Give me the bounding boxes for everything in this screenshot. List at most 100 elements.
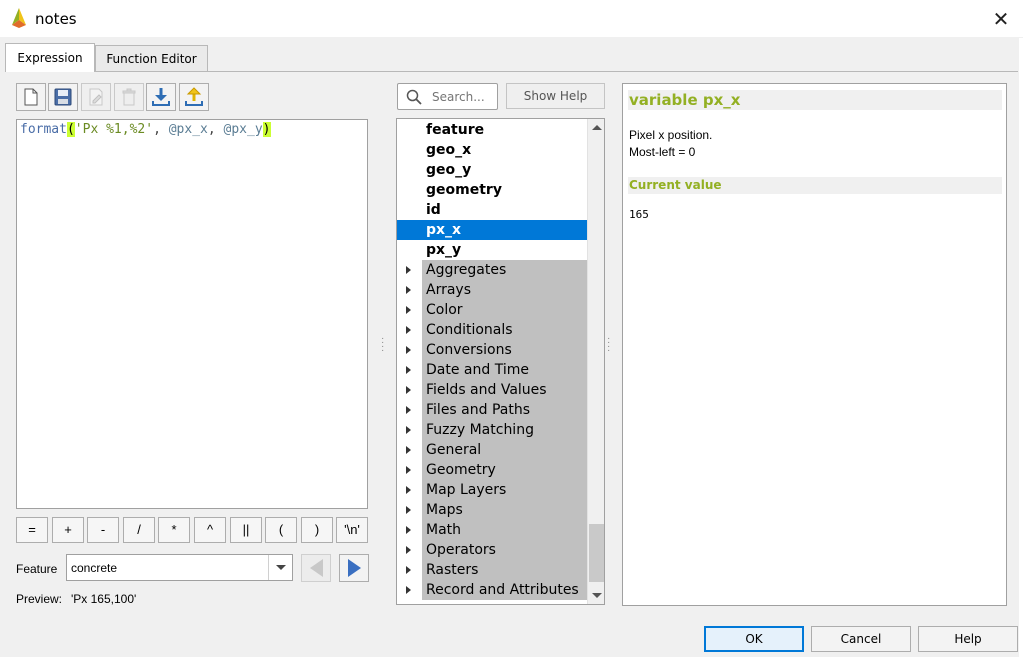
operator-open-paren-button[interactable]: ( (265, 517, 297, 543)
tree-group-math[interactable]: Math (397, 520, 587, 540)
scroll-down-icon[interactable] (588, 587, 604, 604)
tree-group-label: Arrays (426, 282, 472, 298)
tree-group-label: Conversions (426, 342, 512, 358)
ok-button[interactable]: OK (704, 626, 804, 652)
tree-group-files-and-paths[interactable]: Files and Paths (397, 400, 587, 420)
title-bar: notes ✕ (0, 0, 1023, 38)
export-icon (185, 87, 203, 106)
search-box[interactable] (397, 83, 498, 110)
operator-minus-button[interactable]: - (87, 517, 119, 543)
expand-arrow-icon[interactable] (406, 426, 411, 434)
save-icon (54, 88, 72, 106)
tree-group-label: Conditionals (426, 322, 513, 338)
feature-combo[interactable]: concrete (66, 554, 293, 581)
splitter-handle[interactable]: · · · · (607, 334, 611, 356)
tree-item-geo-x[interactable]: geo_x (397, 140, 587, 160)
tree-group-rasters[interactable]: Rasters (397, 560, 587, 580)
edit-icon (89, 88, 103, 106)
tree-group-conversions[interactable]: Conversions (397, 340, 587, 360)
expand-arrow-icon[interactable] (406, 466, 411, 474)
expand-arrow-icon[interactable] (406, 486, 411, 494)
operator-newline-button[interactable]: '\n' (336, 517, 368, 543)
new-expression-button[interactable] (16, 83, 46, 111)
operator-close-paren-button[interactable]: ) (301, 517, 333, 543)
expand-arrow-icon[interactable] (406, 346, 411, 354)
expand-arrow-icon[interactable] (406, 306, 411, 314)
preview-value: 'Px 165,100' (71, 592, 137, 606)
function-tree[interactable]: feature geo_x geo_y geometry id px_x px_y Aggre… (396, 118, 605, 605)
help-panel: variable px_x Pixel x position. Most-lef… (622, 83, 1007, 606)
expand-arrow-icon[interactable] (406, 566, 411, 574)
tree-group-fields-and-values[interactable]: Fields and Values (397, 380, 587, 400)
tree-group-arrays[interactable]: Arrays (397, 280, 587, 300)
expand-arrow-icon[interactable] (406, 546, 411, 554)
operator-plus-button[interactable]: + (52, 517, 84, 543)
tree-group-aggregates[interactable]: Aggregates (397, 260, 587, 280)
tree-item-px-x[interactable]: px_x (397, 220, 587, 240)
tree-group-geometry[interactable]: Geometry (397, 460, 587, 480)
tree-group-label: Map Layers (426, 482, 507, 498)
tab-expression[interactable]: Expression (5, 43, 95, 72)
expand-arrow-icon[interactable] (406, 286, 411, 294)
edit-expression-button[interactable] (81, 83, 111, 111)
tree-item-geo-y[interactable]: geo_y (397, 160, 587, 180)
operator-power-button[interactable]: ^ (194, 517, 226, 543)
tree-group-fuzzy-matching[interactable]: Fuzzy Matching (397, 420, 587, 440)
search-icon (406, 89, 422, 105)
tree-group-maps[interactable]: Maps (397, 500, 587, 520)
current-value-title: Current value (628, 177, 1002, 194)
expand-arrow-icon[interactable] (406, 366, 411, 374)
help-button[interactable]: Help (918, 626, 1018, 652)
tree-group-conditionals[interactable]: Conditionals (397, 320, 587, 340)
tree-item-px-y[interactable]: px_y (397, 240, 587, 260)
save-expression-button[interactable] (48, 83, 78, 111)
scroll-up-icon[interactable] (588, 119, 604, 136)
tree-item-label: geometry (426, 182, 502, 198)
expand-arrow-icon[interactable] (406, 386, 411, 394)
splitter-handle[interactable]: · · · · (381, 334, 385, 356)
tree-item-id[interactable]: id (397, 200, 587, 220)
tree-group-record-and-attributes[interactable]: Record and Attributes (397, 580, 587, 600)
tree-scrollbar[interactable] (587, 119, 604, 604)
show-help-button[interactable]: Show Help (506, 83, 605, 109)
tab-function-editor[interactable]: Function Editor (95, 45, 208, 71)
tree-group-date-and-time[interactable]: Date and Time (397, 360, 587, 380)
expand-arrow-icon[interactable] (406, 266, 411, 274)
tree-item-geometry[interactable]: geometry (397, 180, 587, 200)
tree-item-label: id (426, 202, 441, 218)
delete-expression-button[interactable] (114, 83, 144, 111)
scroll-thumb[interactable] (589, 524, 604, 582)
tree-group-general[interactable]: General (397, 440, 587, 460)
tree-group-map-layers[interactable]: Map Layers (397, 480, 587, 500)
previous-feature-button[interactable] (301, 554, 331, 582)
export-expression-button[interactable] (179, 83, 209, 111)
tree-group-color[interactable]: Color (397, 300, 587, 320)
expand-arrow-icon[interactable] (406, 326, 411, 334)
new-file-icon (24, 88, 38, 106)
operator-equals-button[interactable]: = (16, 517, 48, 543)
operator-concat-button[interactable]: || (230, 517, 262, 543)
expression-editor[interactable]: format('Px %1,%2', @px_x, @px_y) (16, 119, 368, 509)
tree-item-feature[interactable]: feature (397, 120, 587, 140)
search-input[interactable] (432, 89, 496, 105)
tree-group-label: Rasters (426, 562, 479, 578)
operator-multiply-button[interactable]: * (158, 517, 190, 543)
expand-arrow-icon[interactable] (406, 446, 411, 454)
next-feature-button[interactable] (339, 554, 369, 582)
cancel-button[interactable]: Cancel (811, 626, 911, 652)
current-value: 165 (629, 208, 649, 221)
tree-group-operators[interactable]: Operators (397, 540, 587, 560)
token-function: format (20, 122, 67, 137)
expand-arrow-icon[interactable] (406, 506, 411, 514)
token-open-paren: ( (66, 122, 75, 137)
tree-item-label: geo_x (426, 142, 472, 158)
operator-divide-button[interactable]: / (123, 517, 155, 543)
expand-arrow-icon[interactable] (406, 406, 411, 414)
close-icon[interactable]: ✕ (984, 4, 1018, 34)
tree-item-label: px_y (426, 242, 462, 258)
expand-arrow-icon[interactable] (406, 586, 411, 594)
triangle-right-icon (347, 559, 361, 577)
dropdown-arrow-icon[interactable] (268, 555, 292, 580)
import-expression-button[interactable] (146, 83, 176, 111)
expand-arrow-icon[interactable] (406, 526, 411, 534)
